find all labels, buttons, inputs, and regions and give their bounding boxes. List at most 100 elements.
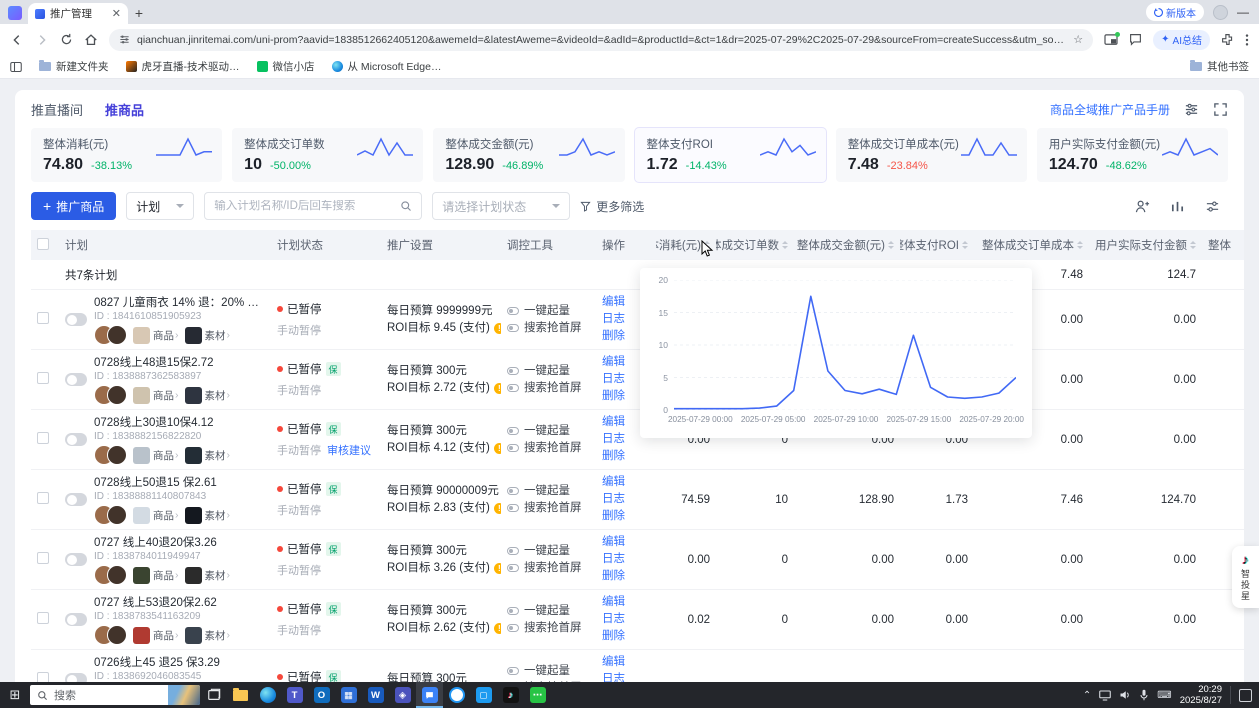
reload-icon[interactable] <box>60 33 73 46</box>
select-all-checkbox[interactable] <box>37 238 49 250</box>
edit-link[interactable]: 编辑 <box>602 654 650 671</box>
material-link[interactable]: 素材› <box>205 328 231 343</box>
warning-icon[interactable]: ! <box>494 383 501 394</box>
search-top-screen-label[interactable]: 搜索抢首屏 <box>524 620 582 637</box>
one-key-boost-label[interactable]: 一键起量 <box>524 363 570 380</box>
plan-enable-toggle[interactable] <box>65 553 87 566</box>
stat-card-order-cost[interactable]: 整体成交订单成本(元) 7.48-23.84% <box>836 128 1027 182</box>
header-actions[interactable]: 操作 <box>596 237 656 253</box>
notification-center-icon[interactable] <box>1239 689 1252 702</box>
plan-name[interactable]: 0728线上50退15 保2.61 <box>94 474 230 490</box>
one-key-boost-label[interactable]: 一键起量 <box>524 663 570 680</box>
fullscreen-icon[interactable] <box>1213 102 1228 117</box>
log-link[interactable]: 日志 <box>602 551 650 568</box>
delete-link[interactable]: 删除 <box>602 568 650 585</box>
pip-icon[interactable] <box>1104 34 1118 46</box>
plan-filter-select[interactable]: 计划 <box>126 192 194 220</box>
one-key-boost-label[interactable]: 一键起量 <box>524 603 570 620</box>
search-top-screen-label[interactable]: 搜索抢首屏 <box>524 440 582 457</box>
header-overall[interactable]: 整体 <box>1202 237 1244 253</box>
browser-menu-icon[interactable] <box>1245 33 1249 47</box>
tab-live-room[interactable]: 推直播间 <box>31 100 83 119</box>
one-key-boost-label[interactable]: 一键起量 <box>524 423 570 440</box>
browser-avatar[interactable] <box>1213 5 1228 20</box>
new-tab-button[interactable]: + <box>128 5 150 24</box>
table-settings-icon[interactable] <box>1205 199 1220 214</box>
plan-enable-toggle[interactable] <box>65 613 87 626</box>
row-checkbox[interactable] <box>37 492 49 504</box>
material-link[interactable]: 素材› <box>205 448 231 463</box>
bookmark-item[interactable]: 虎牙直播-技术驱动… <box>126 59 240 74</box>
chat-app-icon-active[interactable] <box>416 682 443 708</box>
product-link[interactable]: 商品› <box>153 388 179 403</box>
stat-card-pay-amount[interactable]: 用户实际支付金额(元) 124.70-48.62% <box>1037 128 1228 182</box>
app-icon[interactable]: ◈ <box>389 682 416 708</box>
plan-enable-toggle[interactable] <box>65 673 87 682</box>
one-key-boost-label[interactable]: 一键起量 <box>524 543 570 560</box>
one-key-boost-label[interactable]: 一键起量 <box>524 303 570 320</box>
warning-icon[interactable]: ! <box>494 623 501 634</box>
product-link[interactable]: 商品› <box>153 628 179 643</box>
tray-expand-icon[interactable]: ⌃ <box>1083 690 1091 701</box>
delete-link[interactable]: 删除 <box>602 508 650 525</box>
site-info-icon[interactable] <box>119 34 130 45</box>
delete-link[interactable]: 删除 <box>602 448 650 465</box>
search-top-screen-label[interactable]: 搜索抢首屏 <box>524 320 582 337</box>
warning-icon[interactable]: ! <box>494 503 501 514</box>
plan-name[interactable]: 0728线上30退10保4.12 <box>94 414 230 430</box>
sort-icon[interactable] <box>962 241 968 249</box>
taskbar-search[interactable]: 搜索 <box>30 685 200 705</box>
plan-enable-toggle[interactable] <box>65 313 87 326</box>
window-minimize-icon[interactable]: — <box>1237 5 1249 19</box>
product-link[interactable]: 商品› <box>153 508 179 523</box>
task-view-button[interactable] <box>200 682 227 708</box>
header-tools[interactable]: 调控工具 <box>501 237 596 253</box>
edit-link[interactable]: 编辑 <box>602 534 650 551</box>
header-status[interactable]: 计划状态 <box>271 237 381 253</box>
product-link[interactable]: 商品› <box>153 448 179 463</box>
tab-promote-product[interactable]: 推商品 <box>105 100 144 119</box>
chat-icon[interactable] <box>1129 33 1142 46</box>
sort-icon[interactable] <box>1077 241 1083 249</box>
edit-link[interactable]: 编辑 <box>602 474 650 491</box>
material-link[interactable]: 素材› <box>205 568 231 583</box>
custom-columns-icon[interactable] <box>1170 199 1185 214</box>
plan-enable-toggle[interactable] <box>65 493 87 506</box>
extensions-puzzle-icon[interactable] <box>1221 33 1234 46</box>
plan-name[interactable]: 0827 儿童雨衣 14% 退：20% 保：9.92 <box>94 294 262 310</box>
edit-link[interactable]: 编辑 <box>602 594 650 611</box>
sort-icon[interactable] <box>1190 241 1196 249</box>
row-checkbox[interactable] <box>37 372 49 384</box>
log-link[interactable]: 日志 <box>602 491 650 508</box>
bookmark-item[interactable]: 从 Microsoft Edge… <box>332 59 442 74</box>
plan-enable-toggle[interactable] <box>65 433 87 446</box>
row-checkbox[interactable] <box>37 312 49 324</box>
header-pay-amount[interactable]: 用户实际支付金额 <box>1089 237 1202 253</box>
search-top-screen-label[interactable]: 搜索抢首屏 <box>524 500 582 517</box>
browser-tab[interactable]: 推广管理 ✕ <box>28 3 128 24</box>
stat-card-cost[interactable]: 整体消耗(元) 74.80-38.13% <box>31 128 222 182</box>
row-checkbox[interactable] <box>37 552 49 564</box>
stat-card-orders[interactable]: 整体成交订单数 10-50.00% <box>232 128 423 182</box>
new-version-badge[interactable]: 新版本 <box>1146 3 1204 21</box>
stat-card-roi[interactable]: 整体支付ROI 1.72-14.43% <box>635 128 826 182</box>
header-settings[interactable]: 推广设置 <box>381 237 501 253</box>
search-top-screen-label[interactable]: 搜索抢首屏 <box>524 380 582 397</box>
log-link[interactable]: 日志 <box>602 671 650 682</box>
url-field[interactable]: qianchuan.jinritemai.com/uni-prom?aavid=… <box>109 29 1093 51</box>
forward-icon[interactable] <box>35 33 49 47</box>
keyboard-icon[interactable]: ⌨ <box>1157 690 1171 701</box>
home-icon[interactable] <box>84 33 98 47</box>
plan-name[interactable]: 0727 线上40退20保3.26 <box>94 534 230 550</box>
row-checkbox[interactable] <box>37 672 49 682</box>
volume-icon[interactable] <box>1119 689 1131 701</box>
teams-icon[interactable]: T <box>281 682 308 708</box>
header-gmv[interactable]: 整体成交金额(元) <box>794 237 900 253</box>
tab-close-icon[interactable]: ✕ <box>112 7 121 20</box>
browser-circle-icon[interactable] <box>443 682 470 708</box>
search-icon[interactable] <box>400 200 412 212</box>
warning-icon[interactable]: ! <box>494 443 501 454</box>
assistant-widget[interactable]: ♪ 智投星 <box>1232 546 1259 608</box>
header-plan[interactable]: 计划 <box>59 237 271 253</box>
back-icon[interactable] <box>10 33 24 47</box>
